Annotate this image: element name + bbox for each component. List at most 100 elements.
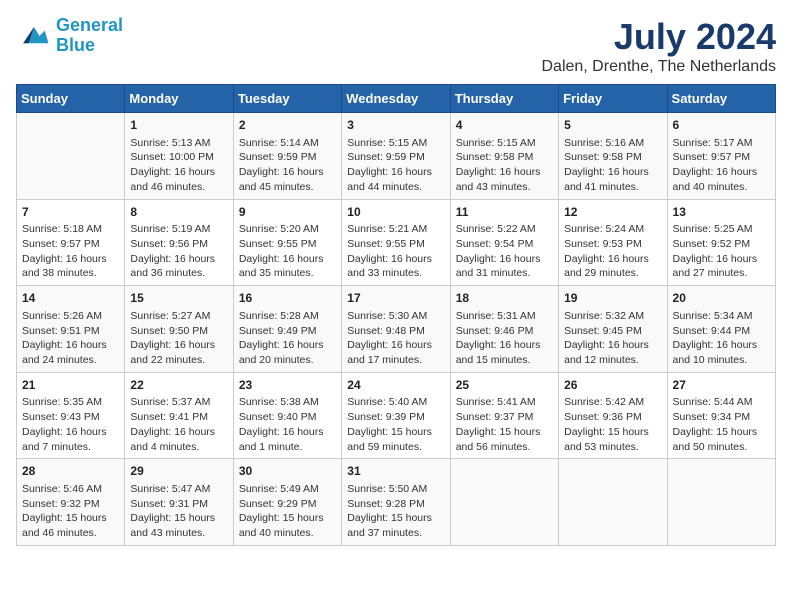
calendar-cell-0-3: 3Sunrise: 5:15 AM Sunset: 9:59 PM Daylig… [342,113,450,200]
calendar-cell-2-3: 17 Sunrise: 5:30 AM Sunset: 9:48 PM Dayli… [342,286,450,373]
day-number: 20 [673,290,770,307]
day-info: Sunrise: 5:38 AM Sunset: 9:40 PM Dayligh… [239,395,336,454]
month-title: July 2024 [541,16,776,58]
day-info: Sunrise: 5:31 AM Sunset: 9:46 PM Dayligh… [456,309,553,368]
day-info: Sunrise: 5:35 AM Sunset: 9:43 PM Dayligh… [22,395,119,454]
calendar-cell-0-5: 5 Sunrise: 5:16 AM Sunset: 9:58 PM Daylig… [559,113,667,200]
calendar-cell-2-1: 15Sunrise: 5:27 AM Sunset: 9:50 PM Dayli… [125,286,233,373]
day-number: 9 [239,204,336,221]
day-number: 14 [22,290,119,307]
day-number: 13 [673,204,770,221]
header-wednesday: Wednesday [342,85,450,113]
day-number: 12 [564,204,661,221]
day-info: Sunrise: 5:25 AM Sunset: 9:52 PM Dayligh… [673,222,770,281]
header-saturday: Saturday [667,85,775,113]
page-header: General Blue July 2024 Dalen, Drenthe, T… [16,16,776,76]
calendar-week-1: 7Sunrise: 5:18 AM Sunset: 9:57 PM Daylig… [17,199,776,286]
calendar-cell-1-5: 12Sunrise: 5:24 AM Sunset: 9:53 PM Dayli… [559,199,667,286]
location-title: Dalen, Drenthe, The Netherlands [541,58,776,76]
calendar-cell-1-2: 9Sunrise: 5:20 AM Sunset: 9:55 PM Daylig… [233,199,341,286]
day-info: Sunrise: 5:32 AM Sunset: 9:45 PM Dayligh… [564,309,661,368]
day-number: 21 [22,377,119,394]
day-number: 19 [564,290,661,307]
day-info: Sunrise: 5:40 AM Sunset: 9:39 PM Dayligh… [347,395,444,454]
day-number: 30 [239,463,336,480]
day-number: 15 [130,290,227,307]
header-thursday: Thursday [450,85,558,113]
header-friday: Friday [559,85,667,113]
day-number: 11 [456,204,553,221]
day-info: Sunrise: 5:49 AM Sunset: 9:29 PM Dayligh… [239,482,336,541]
day-number: 2 [239,117,336,134]
calendar-cell-1-6: 13Sunrise: 5:25 AM Sunset: 9:52 PM Dayli… [667,199,775,286]
day-info: Sunrise: 5:20 AM Sunset: 9:55 PM Dayligh… [239,222,336,281]
calendar-cell-1-3: 10Sunrise: 5:21 AM Sunset: 9:55 PM Dayli… [342,199,450,286]
calendar-cell-3-1: 22Sunrise: 5:37 AM Sunset: 9:41 PM Dayli… [125,372,233,459]
calendar-header-row: SundayMondayTuesdayWednesdayThursdayFrid… [17,85,776,113]
calendar-cell-2-5: 19 Sunrise: 5:32 AM Sunset: 9:45 PM Dayli… [559,286,667,373]
calendar-cell-2-0: 14Sunrise: 5:26 AM Sunset: 9:51 PM Dayli… [17,286,125,373]
day-number: 24 [347,377,444,394]
day-info: Sunrise: 5:18 AM Sunset: 9:57 PM Dayligh… [22,222,119,281]
day-number: 10 [347,204,444,221]
logo-icon [16,18,52,54]
calendar-cell-0-4: 4Sunrise: 5:15 AM Sunset: 9:58 PM Daylig… [450,113,558,200]
logo: General Blue [16,16,123,56]
day-number: 8 [130,204,227,221]
calendar-cell-0-6: 6 Sunrise: 5:17 AM Sunset: 9:57 PM Daylig… [667,113,775,200]
calendar-cell-4-3: 31Sunrise: 5:50 AM Sunset: 9:28 PM Dayli… [342,459,450,546]
day-info: Sunrise: 5:17 AM Sunset: 9:57 PM Dayligh… [673,136,770,195]
day-info: Sunrise: 5:28 AM Sunset: 9:49 PM Dayligh… [239,309,336,368]
calendar-cell-4-6 [667,459,775,546]
day-number: 5 [564,117,661,134]
day-info: Sunrise: 5:15 AM Sunset: 9:59 PM Dayligh… [347,136,444,195]
calendar-cell-4-2: 30 Sunrise: 5:49 AM Sunset: 9:29 PM Dayli… [233,459,341,546]
day-number: 1 [130,117,227,134]
day-info: Sunrise: 5:14 AM Sunset: 9:59 PM Dayligh… [239,136,336,195]
header-tuesday: Tuesday [233,85,341,113]
day-info: Sunrise: 5:16 AM Sunset: 9:58 PM Dayligh… [564,136,661,195]
day-info: Sunrise: 5:30 AM Sunset: 9:48 PM Dayligh… [347,309,444,368]
day-info: Sunrise: 5:46 AM Sunset: 9:32 PM Dayligh… [22,482,119,541]
calendar-table: SundayMondayTuesdayWednesdayThursdayFrid… [16,84,776,546]
calendar-cell-0-2: 2 Sunrise: 5:14 AM Sunset: 9:59 PM Daylig… [233,113,341,200]
header-monday: Monday [125,85,233,113]
calendar-cell-4-0: 28 Sunrise: 5:46 AM Sunset: 9:32 PM Dayli… [17,459,125,546]
calendar-cell-4-5 [559,459,667,546]
day-number: 23 [239,377,336,394]
calendar-cell-3-4: 25Sunrise: 5:41 AM Sunset: 9:37 PM Dayli… [450,372,558,459]
day-info: Sunrise: 5:42 AM Sunset: 9:36 PM Dayligh… [564,395,661,454]
day-info: Sunrise: 5:19 AM Sunset: 9:56 PM Dayligh… [130,222,227,281]
day-number: 27 [673,377,770,394]
calendar-cell-0-1: 1 Sunrise: 5:13 AM Sunset: 10:00 PM Dayli… [125,113,233,200]
day-number: 25 [456,377,553,394]
day-info: Sunrise: 5:34 AM Sunset: 9:44 PM Dayligh… [673,309,770,368]
calendar-cell-4-1: 29Sunrise: 5:47 AM Sunset: 9:31 PM Dayli… [125,459,233,546]
calendar-cell-2-4: 18 Sunrise: 5:31 AM Sunset: 9:46 PM Dayli… [450,286,558,373]
day-number: 18 [456,290,553,307]
day-info: Sunrise: 5:22 AM Sunset: 9:54 PM Dayligh… [456,222,553,281]
day-number: 28 [22,463,119,480]
day-number: 22 [130,377,227,394]
day-info: Sunrise: 5:15 AM Sunset: 9:58 PM Dayligh… [456,136,553,195]
day-info: Sunrise: 5:13 AM Sunset: 10:00 PM Daylig… [130,136,227,195]
calendar-cell-1-1: 8Sunrise: 5:19 AM Sunset: 9:56 PM Daylig… [125,199,233,286]
logo-text: General Blue [56,16,123,56]
calendar-cell-2-2: 16Sunrise: 5:28 AM Sunset: 9:49 PM Dayli… [233,286,341,373]
calendar-week-3: 21Sunrise: 5:35 AM Sunset: 9:43 PM Dayli… [17,372,776,459]
calendar-cell-0-0 [17,113,125,200]
calendar-cell-2-6: 20 Sunrise: 5:34 AM Sunset: 9:44 PM Dayli… [667,286,775,373]
day-number: 17 [347,290,444,307]
day-info: Sunrise: 5:41 AM Sunset: 9:37 PM Dayligh… [456,395,553,454]
day-number: 6 [673,117,770,134]
title-block: July 2024 Dalen, Drenthe, The Netherland… [541,16,776,76]
day-number: 26 [564,377,661,394]
calendar-cell-1-0: 7Sunrise: 5:18 AM Sunset: 9:57 PM Daylig… [17,199,125,286]
calendar-cell-3-6: 27Sunrise: 5:44 AM Sunset: 9:34 PM Dayli… [667,372,775,459]
day-info: Sunrise: 5:44 AM Sunset: 9:34 PM Dayligh… [673,395,770,454]
day-info: Sunrise: 5:37 AM Sunset: 9:41 PM Dayligh… [130,395,227,454]
day-number: 31 [347,463,444,480]
header-sunday: Sunday [17,85,125,113]
calendar-cell-3-5: 26Sunrise: 5:42 AM Sunset: 9:36 PM Dayli… [559,372,667,459]
logo-general: General [56,15,123,35]
